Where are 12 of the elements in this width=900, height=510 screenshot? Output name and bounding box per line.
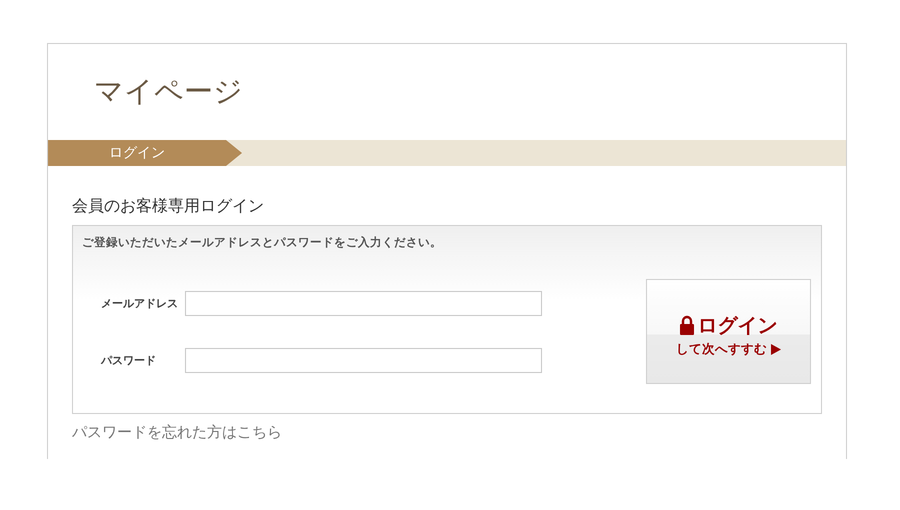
login-button[interactable]: ログイン して次へすすむ xyxy=(646,279,811,384)
breadcrumb-item: ログイン xyxy=(48,140,242,166)
field-label: パスワード xyxy=(100,353,157,368)
input-field[interactable] xyxy=(185,348,542,373)
input-field[interactable] xyxy=(185,291,542,316)
field-label: メールアドレス xyxy=(100,296,179,311)
play-arrow-icon xyxy=(771,344,781,354)
forgot-password-link[interactable]: パスワードを忘れた方はこちら xyxy=(72,423,282,442)
instruction-text: ご登録いただいたメールアドレスとパスワードをご入力ください。 xyxy=(82,234,443,250)
section-heading: 会員のお客様専用ログイン xyxy=(72,196,265,217)
lock-icon xyxy=(680,315,694,335)
page-title: マイページ xyxy=(93,73,244,110)
